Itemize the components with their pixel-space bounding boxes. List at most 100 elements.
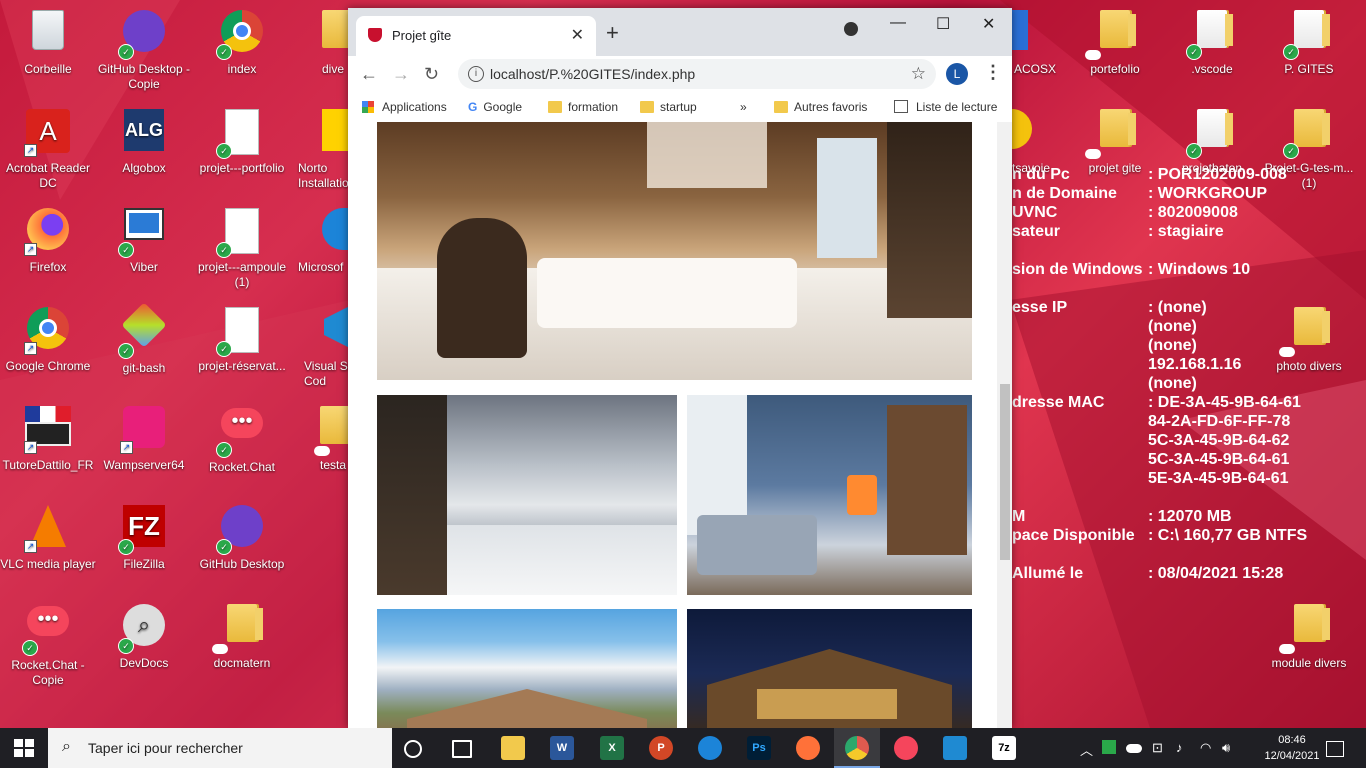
- close-window-button[interactable]: ✕: [982, 14, 995, 34]
- profile-avatar[interactable]: L: [946, 63, 968, 85]
- viber-icon: ✓: [118, 208, 168, 258]
- desktop-icon-projet-portfolio[interactable]: ✓ projet---portfolio: [194, 103, 290, 176]
- bookmark-formation[interactable]: formation: [548, 100, 618, 114]
- desktop-icon-github[interactable]: ✓ GitHub Desktop: [194, 499, 290, 572]
- close-tab-icon[interactable]: ✕: [571, 25, 584, 45]
- desktop-icon-docmatern[interactable]: docmatern: [194, 598, 290, 671]
- tray-app-icon[interactable]: [1102, 740, 1116, 754]
- desktop-icon-filezilla[interactable]: FZ ✓ FileZilla: [96, 499, 192, 572]
- more-bookmarks-button[interactable]: »: [740, 100, 747, 114]
- tab-search-icon[interactable]: [844, 22, 858, 36]
- bginfo-value: 5C-3A-45-9B-64-62: [1148, 432, 1290, 449]
- bginfo-value: (none): [1148, 318, 1197, 335]
- maximize-button[interactable]: ☐: [936, 14, 950, 34]
- desktop-icon-p-gites[interactable]: ✓ P. GITES: [1261, 4, 1357, 77]
- onedrive-icon[interactable]: [1126, 744, 1142, 753]
- desktop-icon-vscode-folder[interactable]: ✓ .vscode: [1164, 4, 1260, 77]
- volume-icon[interactable]: 🔊︎: [1222, 740, 1230, 756]
- desktop-icon-rocketchat[interactable]: ••• ✓ Rocket.Chat: [194, 400, 290, 475]
- clock[interactable]: 08:46 12/04/2021: [1262, 732, 1322, 764]
- cortana-icon[interactable]: [404, 740, 422, 758]
- desktop-icon-vlc[interactable]: ↗ VLC media player: [0, 499, 96, 572]
- back-button[interactable]: ←: [360, 64, 378, 85]
- tab-projet-gite[interactable]: Projet gîte ✕: [356, 16, 596, 56]
- gallery-image-living-room[interactable]: [377, 122, 972, 380]
- desktop-icon-firefox[interactable]: ↗ Firefox: [0, 202, 96, 275]
- site-favicon-icon: [368, 28, 382, 42]
- desktop-icon-projet-ampoule[interactable]: ✓ projet---ampoule (1): [194, 202, 290, 290]
- desktop-icon-index[interactable]: ✓ index: [194, 4, 290, 77]
- desktop-icon-vscode[interactable]: Visual St Cod: [292, 301, 358, 389]
- tray-overflow-icon[interactable]: ︿: [1080, 740, 1093, 759]
- firefox-taskbar-icon[interactable]: [796, 736, 820, 760]
- forward-button[interactable]: →: [392, 64, 410, 85]
- desktop-icon-divers[interactable]: dive: [292, 4, 358, 77]
- scrollbar-thumb[interactable]: [1000, 384, 1010, 560]
- bookmark-startup[interactable]: startup: [640, 100, 697, 114]
- tab-strip: Projet gîte ✕ + — ☐ ✕: [348, 8, 1012, 56]
- info-icon[interactable]: i: [468, 66, 484, 82]
- desktop-icon-rocketchat-copie[interactable]: ••• ✓ Rocket.Chat - Copie: [0, 598, 96, 688]
- search-icon: ⌕: [62, 738, 71, 755]
- desktop-icon-norton[interactable]: Norto Installatio: [292, 103, 352, 191]
- vertical-scrollbar[interactable]: [997, 122, 1012, 728]
- windows-start-icon[interactable]: [14, 739, 34, 757]
- bookmark-applications[interactable]: Applications: [362, 100, 447, 114]
- bookmark-label: Google: [483, 100, 523, 114]
- photoshop-icon[interactable]: Ps: [747, 736, 771, 760]
- desktop-icon-chrome[interactable]: ↗ Google Chrome: [0, 301, 96, 374]
- powerpoint-icon[interactable]: P: [649, 736, 673, 760]
- minimize-button[interactable]: —: [890, 14, 906, 32]
- bginfo-value: (none): [1148, 375, 1197, 392]
- vscode-taskbar-icon[interactable]: [943, 736, 967, 760]
- excel-icon[interactable]: X: [600, 736, 624, 760]
- desktop-icon-devdocs[interactable]: ⌕ ✓ DevDocs: [96, 598, 192, 671]
- desktop-icon-microsoft-edge[interactable]: Microsof: [292, 202, 352, 275]
- bookmark-autres-favoris[interactable]: Autres favoris: [774, 100, 867, 114]
- recycle-bin-icon: [24, 10, 72, 58]
- gallery-image-blue-salon[interactable]: [687, 395, 972, 595]
- edge-taskbar-icon[interactable]: [698, 736, 722, 760]
- desktop-icon-projet-reservat[interactable]: ✓ projet-réservat...: [194, 301, 290, 374]
- desktop-icon-tutoredattilo[interactable]: ↗ TutoreDattilo_FR: [0, 400, 96, 473]
- desktop-icon-corbeille[interactable]: Corbeille: [0, 4, 96, 77]
- desktop-icon-wampserver[interactable]: ↗ Wampserver64: [96, 400, 192, 473]
- address-bar[interactable]: i localhost/P.%20GITES/index.php ☆: [458, 59, 936, 89]
- bginfo-value: : 802009008: [1148, 204, 1238, 221]
- task-view-icon[interactable]: [452, 740, 472, 758]
- desktop-icon-viber[interactable]: ✓ Viber: [96, 202, 192, 275]
- clock-time: 08:46: [1278, 734, 1306, 746]
- wifi-icon[interactable]: ◠: [1200, 740, 1211, 756]
- url-text[interactable]: localhost/P.%20GITES/index.php: [490, 66, 695, 82]
- reading-list[interactable]: Liste de lecture: [894, 100, 997, 114]
- menu-kebab-icon[interactable]: ⋮: [984, 62, 1002, 83]
- gallery-image-mountain-chalet[interactable]: [377, 609, 677, 728]
- gallery-image-snowy-village[interactable]: [377, 395, 677, 595]
- reload-button[interactable]: ↻: [424, 64, 439, 85]
- bookmark-star-icon[interactable]: ☆: [911, 64, 926, 84]
- desktop-icon-photo-divers[interactable]: photo divers: [1261, 301, 1357, 374]
- desktop-icon-algobox[interactable]: ALG Algobox: [96, 103, 192, 176]
- gallery-image-night-chalet[interactable]: [687, 609, 972, 728]
- network-status-icon[interactable]: ⊡: [1152, 740, 1163, 756]
- desktop-icon-testa[interactable]: testa: [292, 400, 356, 473]
- bookmark-label: startup: [660, 100, 697, 114]
- file-explorer-icon[interactable]: [501, 736, 525, 760]
- bginfo-value: : (none): [1148, 299, 1207, 316]
- bookmark-label: Autres favoris: [794, 100, 868, 114]
- new-tab-button[interactable]: +: [606, 20, 619, 46]
- desktop-icon-acrobat[interactable]: A ↗ Acrobat Reader DC: [0, 103, 96, 191]
- desktop-icon-portefolio[interactable]: portefolio: [1067, 4, 1163, 77]
- microphone-icon[interactable]: ♪: [1176, 740, 1183, 755]
- bookmark-google[interactable]: G Google: [468, 100, 522, 114]
- desktop-icon-module-divers[interactable]: module divers: [1261, 598, 1357, 671]
- bginfo-value: : stagiaire: [1148, 223, 1224, 240]
- 7zip-icon[interactable]: 7z: [992, 736, 1016, 760]
- desktop-icon-gitbash[interactable]: ✓ git-bash: [96, 301, 192, 376]
- bginfo-key: M: [1012, 508, 1026, 525]
- rocketchat-taskbar-icon[interactable]: [894, 736, 918, 760]
- desktop-icon-github-copie[interactable]: ✓ GitHub Desktop - Copie: [96, 4, 192, 92]
- word-icon[interactable]: W: [550, 736, 574, 760]
- taskbar-search[interactable]: ⌕ Taper ici pour rechercher: [48, 728, 392, 768]
- notification-center-icon[interactable]: [1326, 741, 1344, 757]
